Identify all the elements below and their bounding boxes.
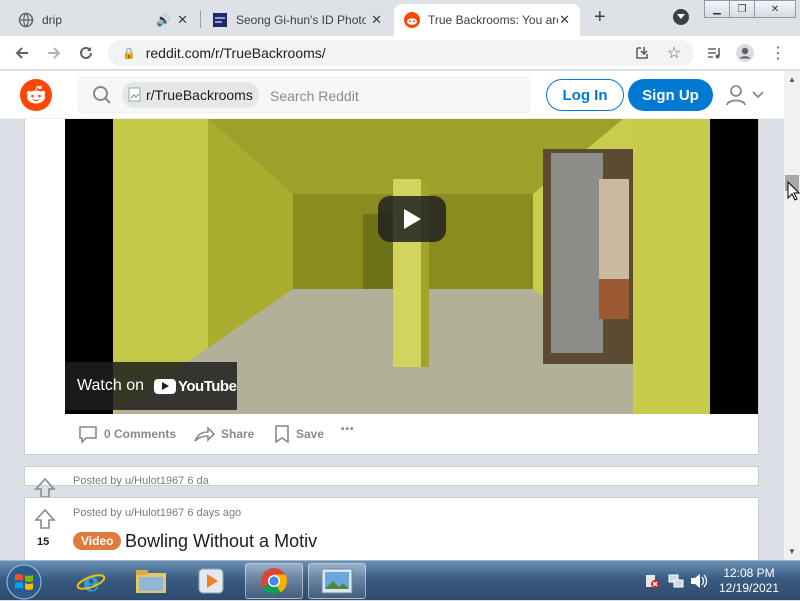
play-button[interactable]	[378, 196, 446, 242]
reddit-favicon-icon	[404, 12, 420, 28]
profile-icon[interactable]	[735, 43, 755, 63]
subreddit-filter-chip[interactable]: r/TrueBackrooms	[122, 82, 259, 108]
chrome-menu-icon[interactable]: ⋮	[768, 43, 788, 63]
youtube-wordmark: YouTube	[178, 377, 237, 395]
tab-true-backrooms[interactable]: True Backrooms: You are ✕	[394, 4, 580, 36]
taskbar-ie[interactable]: e	[62, 563, 120, 599]
flair-badge: Video	[73, 532, 122, 550]
bookmark-icon	[275, 425, 289, 444]
share-icon	[194, 426, 215, 442]
clock-time: 12:08 PM	[723, 566, 775, 580]
tab-strip: drip 🔊 ✕ Seong Gi-hun's ID Photo ✕ True …	[0, 0, 800, 36]
comments-label: 0 Comments	[104, 427, 177, 441]
url-text: reddit.com/r/TrueBackrooms/	[145, 45, 326, 61]
taskbar-photo-viewer[interactable]	[308, 563, 366, 599]
taskbar-explorer[interactable]	[122, 563, 180, 599]
volume-icon[interactable]	[690, 573, 708, 589]
youtube-play-icon	[154, 378, 176, 394]
install-icon[interactable]	[632, 43, 652, 63]
internet-explorer-icon: e	[76, 568, 106, 596]
reddit-logo-icon[interactable]	[20, 79, 52, 111]
signup-button[interactable]: Sign Up	[628, 79, 713, 111]
media-player-icon	[198, 568, 224, 594]
back-icon[interactable]	[12, 43, 32, 63]
comment-icon	[79, 426, 97, 444]
speaker-icon[interactable]: 🔊	[156, 13, 171, 27]
photo-viewer-icon	[321, 568, 353, 594]
play-icon	[404, 209, 421, 229]
login-button[interactable]: Log In	[546, 79, 624, 111]
new-tab-button[interactable]: +	[594, 6, 606, 29]
search-placeholder: Search Reddit	[270, 88, 359, 104]
post-meta: Posted by u/Hulot1967 6 da	[73, 475, 209, 487]
tab-title: True Backrooms: You are	[428, 13, 558, 27]
upvote-icon[interactable]	[34, 477, 56, 499]
taskbar-clock[interactable]: 12:08 PM 12/19/2021	[712, 566, 786, 596]
taskbar-chrome[interactable]	[245, 563, 303, 599]
more-options-button[interactable]: •••	[341, 424, 355, 435]
address-bar[interactable]: 🔒 reddit.com/r/TrueBackrooms/	[108, 40, 694, 66]
clock-date: 12/19/2021	[718, 581, 780, 595]
taskbar: e 12:08 PM 12/19/2021	[0, 560, 800, 600]
mouse-cursor-icon	[787, 180, 800, 206]
chevron-down-icon	[752, 91, 764, 99]
share-label: Share	[221, 427, 255, 441]
vertical-scrollbar[interactable]: ▲ ▼	[784, 71, 800, 560]
site-favicon-icon	[212, 12, 228, 28]
save-label: Save	[296, 427, 325, 441]
restore-button[interactable]: ❐	[729, 0, 755, 18]
broken-image-icon	[128, 87, 142, 103]
user-dropdown[interactable]	[724, 83, 764, 107]
comments-button[interactable]: 0 Comments	[78, 424, 176, 444]
tab-separator	[200, 10, 201, 28]
user-icon	[726, 85, 746, 106]
share-button[interactable]: Share	[193, 424, 254, 444]
reddit-header: r/TrueBackrooms Search Reddit Log In Sig…	[0, 71, 784, 119]
close-tab-icon[interactable]: ✕	[559, 12, 570, 28]
network-icon[interactable]	[668, 573, 684, 589]
search-icon	[92, 85, 112, 110]
subreddit-chip-label: r/TrueBackrooms	[146, 87, 253, 103]
action-center-icon[interactable]	[644, 573, 660, 589]
close-tab-icon[interactable]: ✕	[371, 12, 382, 28]
upvote-icon[interactable]	[34, 508, 56, 530]
globe-icon	[18, 12, 34, 28]
youtube-logo: YouTube	[154, 377, 237, 395]
vote-count: 15	[37, 536, 50, 548]
folder-icon	[136, 570, 166, 593]
bookmark-star-icon[interactable]: ☆	[664, 43, 684, 63]
post-title[interactable]: Bowling Without a Motiv	[125, 531, 317, 552]
start-button[interactable]	[4, 563, 44, 601]
tab-search-icon[interactable]	[673, 9, 689, 25]
media-control-icon[interactable]	[704, 43, 724, 63]
close-window-button[interactable]: ✕	[754, 0, 796, 18]
scroll-up-icon[interactable]: ▲	[788, 75, 796, 84]
scroll-down-icon[interactable]: ▼	[788, 547, 796, 556]
reload-icon[interactable]	[76, 43, 96, 63]
chrome-icon	[261, 568, 288, 595]
tab-seong-gi-hun[interactable]: Seong Gi-hun's ID Photo ✕	[202, 4, 392, 36]
svg-text:e: e	[83, 568, 100, 596]
post-meta: Posted by u/Hulot1967 6 days ago	[73, 507, 242, 519]
tab-title: drip	[42, 13, 63, 27]
tab-drip[interactable]: drip 🔊 ✕	[8, 4, 198, 36]
browser-toolbar: 🔒 reddit.com/r/TrueBackrooms/ ☆ ⋮	[0, 36, 800, 70]
lock-icon: 🔒	[122, 47, 136, 60]
close-tab-icon[interactable]: ✕	[177, 12, 188, 28]
windows-logo-icon	[6, 564, 42, 600]
forward-icon[interactable]	[44, 43, 64, 63]
minimize-button[interactable]: ▁	[704, 0, 730, 18]
save-button[interactable]: Save	[274, 424, 324, 444]
watch-on-youtube-link[interactable]: Watch on YouTube	[65, 362, 237, 410]
watch-on-label: Watch on	[77, 377, 144, 394]
taskbar-media-player[interactable]	[182, 563, 240, 599]
tab-title: Seong Gi-hun's ID Photo	[236, 13, 366, 27]
